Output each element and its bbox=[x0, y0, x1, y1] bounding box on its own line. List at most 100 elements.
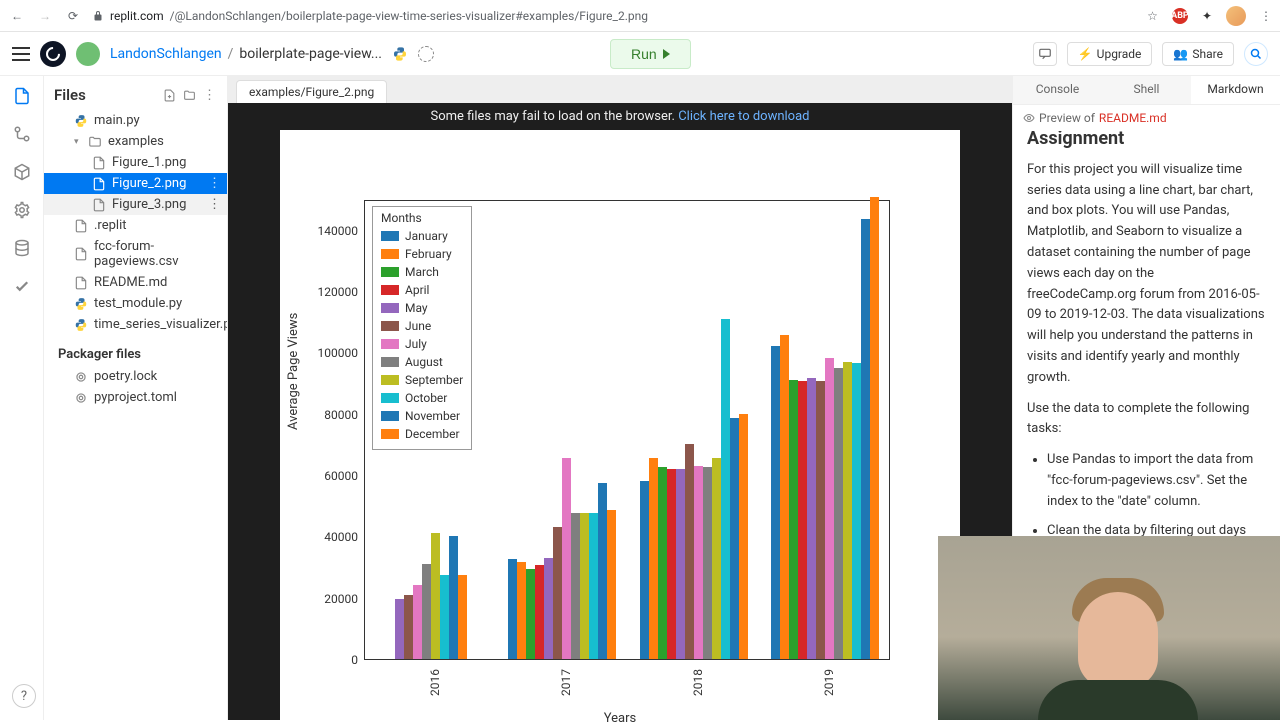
browser-chrome: ← → ⟳ replit.com/@LandonSchlangen/boiler… bbox=[0, 0, 1280, 32]
x-axis-label: Years bbox=[280, 711, 960, 726]
eye-icon bbox=[1023, 112, 1035, 124]
menu-icon[interactable] bbox=[12, 47, 30, 61]
files-more-icon[interactable]: ⋮ bbox=[203, 88, 217, 103]
url-domain: replit.com bbox=[110, 9, 164, 23]
ytick: 120000 bbox=[318, 285, 358, 299]
bar bbox=[730, 418, 739, 659]
file-main-py[interactable]: main.py bbox=[44, 110, 227, 131]
profile-avatar[interactable] bbox=[1226, 6, 1246, 26]
extensions-icon[interactable]: ✦ bbox=[1202, 9, 1212, 23]
ytick: 20000 bbox=[324, 592, 358, 606]
bar bbox=[861, 219, 870, 659]
bar bbox=[870, 197, 879, 659]
readme-heading: Assignment bbox=[1027, 131, 1266, 154]
file-icon bbox=[74, 318, 88, 332]
owner-link[interactable]: LandonSchlangen bbox=[110, 46, 222, 62]
legend-item: April bbox=[381, 281, 463, 299]
lock-icon bbox=[92, 10, 104, 22]
bar bbox=[571, 513, 580, 659]
file-test-module-py[interactable]: test_module.py bbox=[44, 293, 227, 314]
file--replit[interactable]: .replit bbox=[44, 215, 227, 236]
file-figure-3-png[interactable]: Figure_3.png⋮ bbox=[44, 194, 227, 215]
bookmark-icon[interactable]: ☆ bbox=[1147, 9, 1158, 23]
reload-button[interactable]: ⟳ bbox=[64, 9, 82, 23]
browser-menu-icon[interactable]: ⋮ bbox=[1260, 9, 1272, 23]
chart-legend: Months JanuaryFebruaryMarchAprilMayJuneJ… bbox=[372, 206, 472, 450]
upgrade-button[interactable]: ⚡Upgrade bbox=[1067, 42, 1153, 66]
bar bbox=[526, 569, 535, 659]
file-poetry-lock[interactable]: poetry.lock bbox=[44, 366, 227, 387]
packages-rail-icon[interactable] bbox=[12, 162, 32, 182]
bar bbox=[562, 458, 571, 659]
bar bbox=[852, 363, 861, 659]
project-name: boilerplate-page-view... bbox=[239, 46, 382, 62]
chat-icon[interactable] bbox=[1033, 42, 1057, 66]
legend-item: October bbox=[381, 389, 463, 407]
history-icon[interactable] bbox=[418, 46, 434, 62]
help-button[interactable]: ? bbox=[12, 684, 36, 708]
search-icon[interactable] bbox=[1244, 42, 1268, 66]
new-file-icon[interactable] bbox=[163, 89, 177, 102]
new-folder-icon[interactable] bbox=[183, 89, 197, 102]
ytick: 140000 bbox=[318, 224, 358, 238]
bar bbox=[440, 575, 449, 659]
python-icon bbox=[392, 46, 408, 62]
replit-logo[interactable] bbox=[40, 41, 66, 67]
file-readme-md[interactable]: README.md bbox=[44, 272, 227, 293]
tab-console[interactable]: Console bbox=[1013, 76, 1102, 104]
tab-markdown[interactable]: Markdown bbox=[1191, 76, 1280, 104]
file-icon bbox=[74, 247, 88, 261]
settings-rail-icon[interactable] bbox=[12, 200, 32, 220]
adblock-icon[interactable]: ABP bbox=[1172, 8, 1188, 24]
bar bbox=[395, 599, 404, 659]
share-button[interactable]: 👥Share bbox=[1162, 42, 1234, 66]
download-link[interactable]: Click here to download bbox=[678, 109, 809, 124]
file-icon bbox=[92, 156, 106, 170]
preview-filename: README.md bbox=[1099, 111, 1167, 125]
address-bar[interactable]: replit.com/@LandonSchlangen/boilerplate-… bbox=[92, 9, 1137, 23]
bar bbox=[589, 513, 598, 659]
xtick: 2018 bbox=[691, 669, 705, 696]
legend-item: August bbox=[381, 353, 463, 371]
app-header: LandonSchlangen / boilerplate-page-view.… bbox=[0, 32, 1280, 76]
bar bbox=[458, 575, 467, 659]
back-button[interactable]: ← bbox=[8, 9, 26, 23]
bar bbox=[422, 564, 431, 659]
bar bbox=[825, 358, 834, 659]
file-fcc-forum-pageviews-csv[interactable]: fcc-forum-pageviews.csv bbox=[44, 236, 227, 272]
file-figure-2-png[interactable]: Figure_2.png⋮ bbox=[44, 173, 227, 194]
file-examples[interactable]: ▾examples bbox=[44, 131, 227, 152]
bar bbox=[517, 562, 526, 659]
tab-figure2[interactable]: examples/Figure_2.png bbox=[236, 80, 387, 103]
xtick: 2019 bbox=[822, 669, 836, 696]
file-more-icon[interactable]: ⋮ bbox=[208, 176, 221, 191]
bar bbox=[798, 381, 807, 659]
legend-item: March bbox=[381, 263, 463, 281]
image-viewer: Some files may fail to load on the brows… bbox=[228, 103, 1012, 720]
xtick: 2017 bbox=[559, 669, 573, 696]
files-rail-icon[interactable] bbox=[12, 86, 32, 106]
file-pyproject-toml[interactable]: pyproject.toml bbox=[44, 387, 227, 408]
bar bbox=[649, 458, 658, 659]
run-button[interactable]: Run bbox=[610, 39, 691, 69]
bar bbox=[721, 319, 730, 659]
file-figure-1-png[interactable]: Figure_1.png bbox=[44, 152, 227, 173]
y-axis-label: Average Page Views bbox=[286, 313, 301, 430]
file-more-icon[interactable]: ⋮ bbox=[208, 197, 221, 212]
bar bbox=[685, 444, 694, 659]
tab-shell[interactable]: Shell bbox=[1102, 76, 1191, 104]
database-rail-icon[interactable] bbox=[12, 238, 32, 258]
bar bbox=[712, 458, 721, 659]
forward-button[interactable]: → bbox=[36, 9, 54, 23]
packager-section: Packager files bbox=[44, 335, 227, 366]
figure-frame: Average Page Views 020000400006000080000… bbox=[280, 130, 960, 720]
bar bbox=[771, 346, 780, 659]
tests-rail-icon[interactable] bbox=[12, 276, 32, 296]
play-icon bbox=[663, 49, 670, 59]
vcs-rail-icon[interactable] bbox=[12, 124, 32, 144]
file-icon bbox=[74, 114, 88, 128]
ytick: 80000 bbox=[324, 408, 358, 422]
legend-item: June bbox=[381, 317, 463, 335]
owner-avatar[interactable] bbox=[76, 42, 100, 66]
file-time-series-visualizer-py[interactable]: time_series_visualizer.py bbox=[44, 314, 227, 335]
